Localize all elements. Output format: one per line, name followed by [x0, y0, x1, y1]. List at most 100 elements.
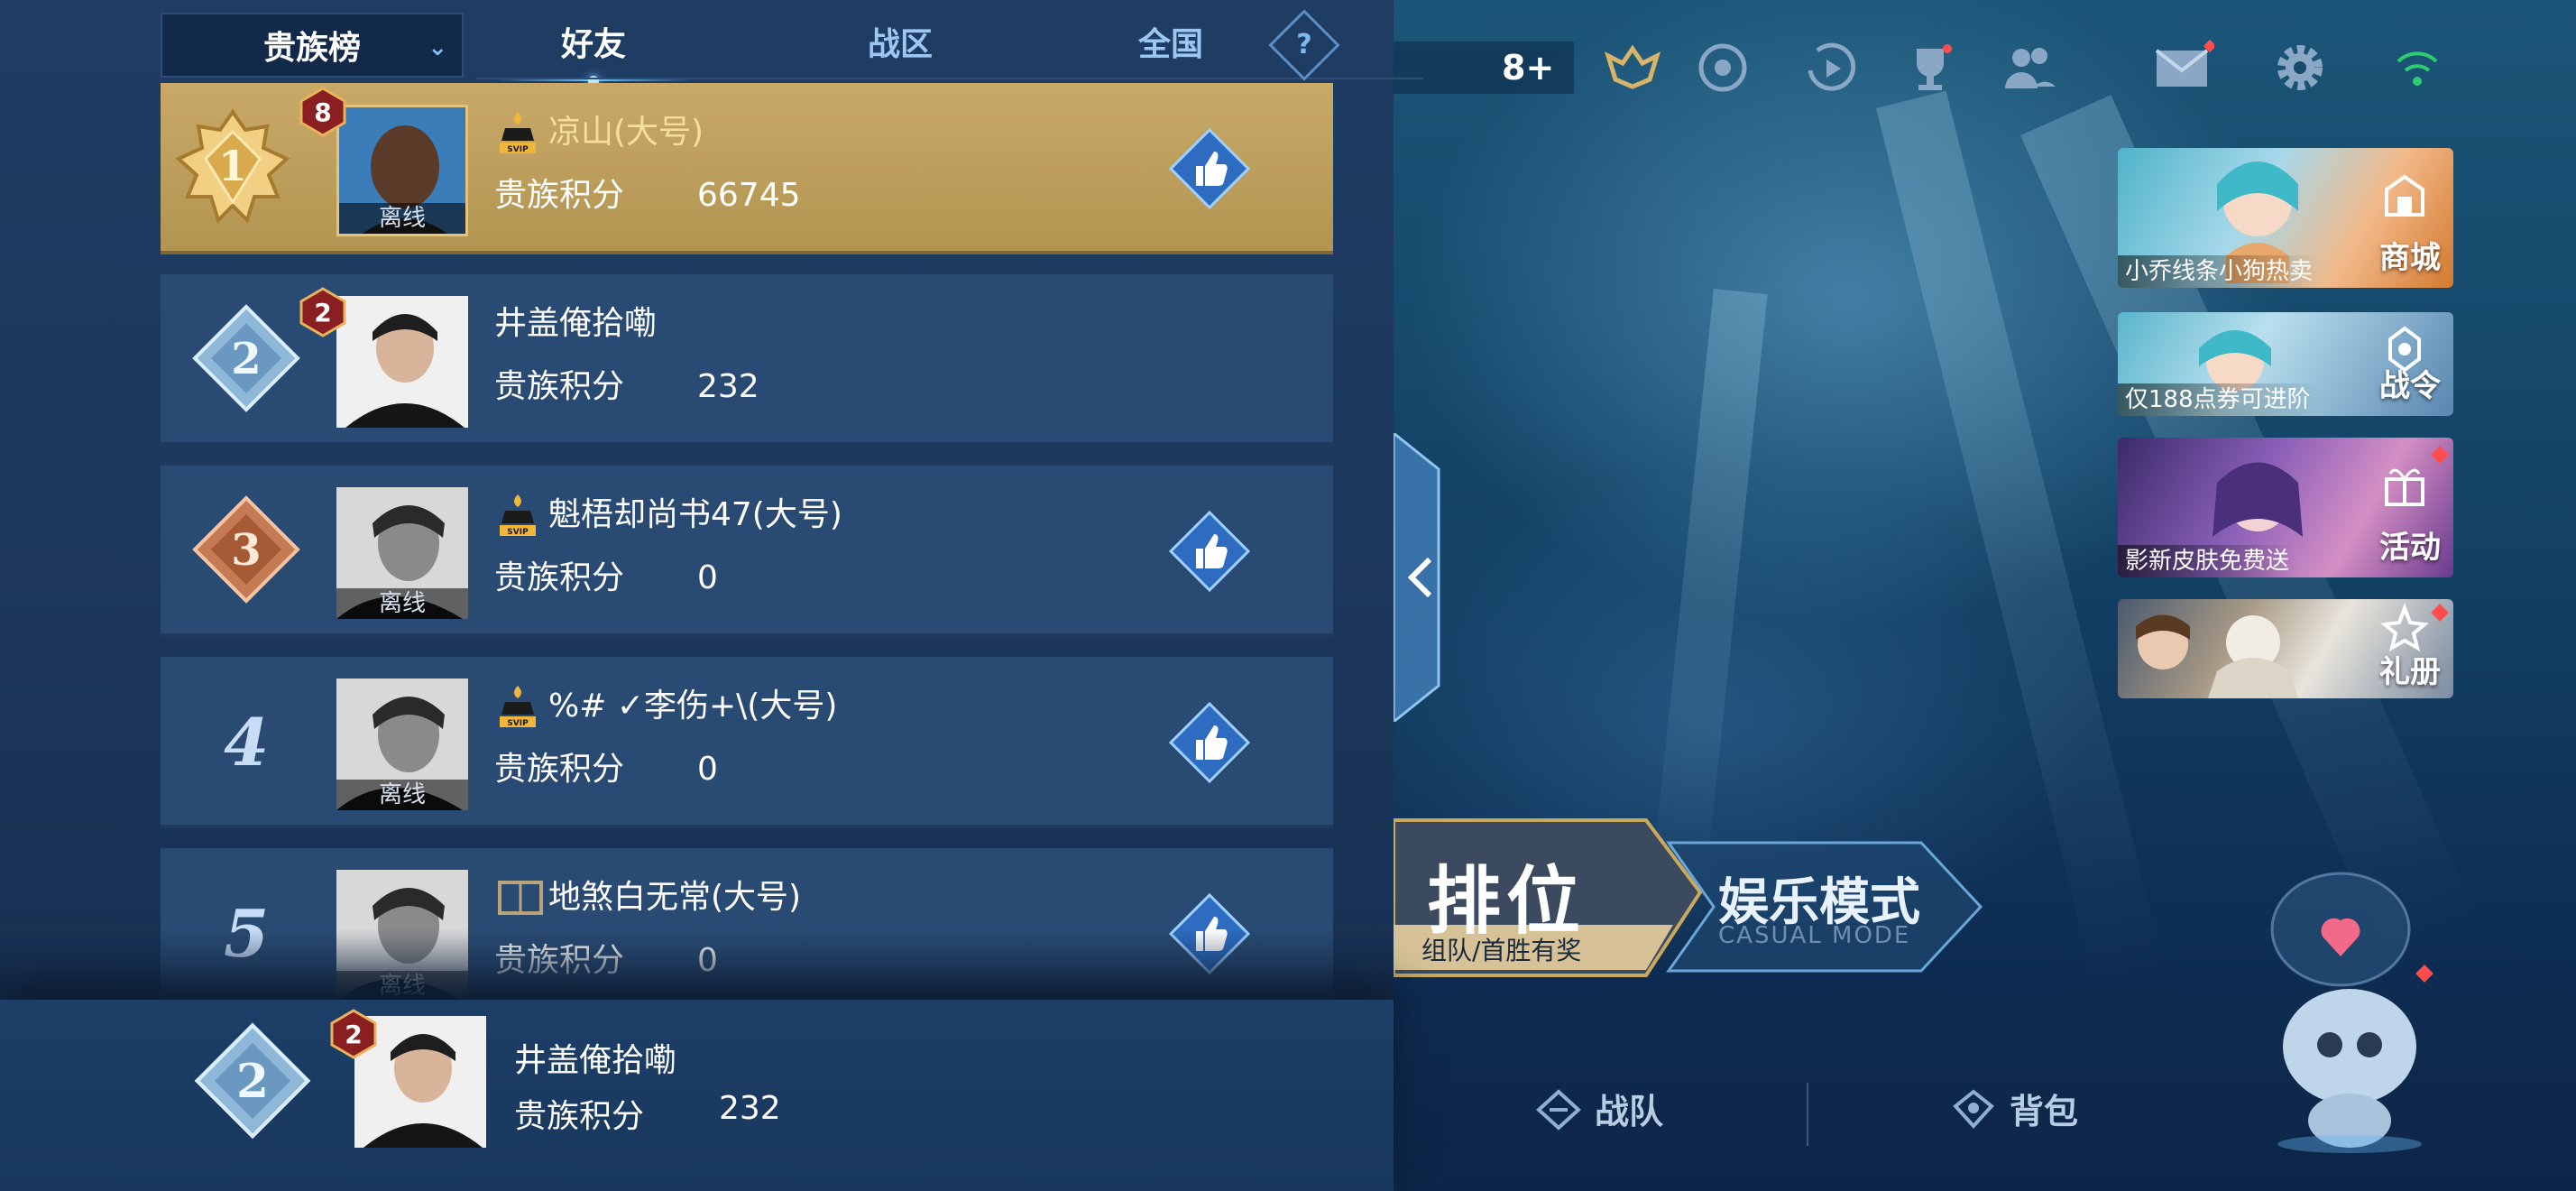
friends-icon[interactable] — [1998, 36, 2061, 99]
rank-3-bronze-badge: 3 — [192, 495, 300, 604]
level-number: 8 — [314, 97, 331, 127]
tab-friends-label: 好友 — [560, 26, 626, 63]
team-flag-icon — [1536, 1089, 1581, 1131]
level-number: 2 — [314, 298, 331, 328]
lobby-top-bar: 8+ — [1394, 36, 2576, 99]
leaderboard-row[interactable]: 1 离线 8 SVIP 凉山(大号) 贵族积分 66745 — [161, 83, 1333, 254]
list-fade-overlay — [0, 929, 1394, 1002]
avatar[interactable]: 离线 — [336, 487, 468, 619]
like-button[interactable] — [1169, 702, 1250, 783]
avatar[interactable]: 离线 — [336, 679, 468, 810]
settings-gear-icon[interactable] — [2268, 36, 2332, 99]
gift-box-icon — [2385, 468, 2424, 506]
player-name: 凉山(大号) — [548, 114, 704, 151]
offline-tag: 离线 — [336, 588, 468, 619]
tab-national-label: 全国 — [1137, 26, 1203, 63]
shop-icon — [2385, 174, 2424, 217]
add-counter-text: 8+ — [1502, 48, 1555, 88]
player-name: 地煞白无常(大号) — [548, 879, 802, 916]
offline-tag: 离线 — [336, 780, 468, 810]
svip-icon: SVIP — [500, 494, 536, 537]
leaderboard-row[interactable]: 3 离线 SVIP 魁梧却尚书47(大号) 贵族积分 0 — [161, 466, 1333, 637]
score-value: 232 — [697, 368, 759, 405]
promo-label: 礼册 — [2379, 654, 2441, 690]
rank-number: 2 — [236, 1054, 269, 1109]
player-portrait — [336, 296, 468, 428]
rank-number: 1 — [218, 142, 247, 190]
like-button[interactable] — [1169, 511, 1250, 592]
mascot-assistant[interactable] — [2259, 866, 2440, 1155]
svg-text:SVIP: SVIP — [507, 528, 529, 537]
promo-shop-card[interactable]: 小乔线条小狗热卖 商城 — [2118, 148, 2453, 288]
leaderboard-row[interactable]: 2 2 井盖俺拾嘞 贵族积分 232 — [161, 274, 1333, 446]
svg-text:SVIP: SVIP — [507, 719, 529, 728]
player-name: 魁梧却尚书47(大号) — [548, 496, 842, 533]
rank-number: 3 — [231, 525, 261, 576]
tab-divider — [476, 78, 1423, 79]
noble-level-badge: 8 — [299, 87, 346, 137]
rank-2-silver-badge: 2 — [192, 304, 300, 412]
noble-level-badge: 2 — [299, 287, 346, 337]
rank-emblem-icon[interactable] — [1601, 36, 1664, 99]
category-dropdown[interactable]: 贵族榜 ⌄ — [161, 13, 464, 78]
help-icon: ? — [1296, 29, 1312, 60]
tab-national[interactable]: 全国 — [1063, 13, 1279, 78]
my-score-value: 232 — [719, 1090, 781, 1127]
score-label: 贵族积分 — [494, 751, 625, 788]
rank-number: 4 — [223, 704, 270, 780]
target-icon[interactable] — [1691, 36, 1754, 99]
promo-event-card[interactable]: 影新皮肤免费送 活动 — [2118, 438, 2453, 577]
promo-label: 商城 — [2379, 240, 2441, 276]
rank-number: 2 — [231, 334, 261, 384]
rank-1-gold-badge: 1 — [175, 108, 290, 224]
trophy-icon[interactable] — [1899, 36, 1962, 99]
noble-level-badge: 2 — [330, 1009, 377, 1059]
promo-caption: 小乔线条小狗热卖 — [2118, 255, 2321, 288]
svip-icon: SVIP — [500, 112, 536, 154]
my-player-name: 井盖俺拾嘞 — [514, 1042, 677, 1079]
collapse-panel-button[interactable] — [1394, 433, 1457, 722]
svip-icon: SVIP — [500, 686, 536, 728]
promo-label: 活动 — [2379, 530, 2441, 566]
bag-icon — [1953, 1089, 1994, 1129]
score-value: 0 — [697, 751, 718, 788]
star-book-icon — [2380, 603, 2429, 652]
nav-team[interactable]: 战队 — [1533, 1081, 1663, 1135]
score-label: 贵族积分 — [494, 177, 625, 214]
avatar[interactable] — [336, 296, 468, 428]
score-label: 贵族积分 — [514, 1098, 645, 1135]
promo-caption: 影新皮肤免费送 — [2118, 545, 2297, 577]
nav-bag[interactable]: 背包 — [1948, 1081, 2078, 1135]
category-label: 贵族榜 — [262, 30, 361, 67]
tab-zone[interactable]: 战区 — [810, 13, 990, 78]
level-number: 2 — [345, 1020, 362, 1049]
score-label: 贵族积分 — [494, 559, 625, 596]
score-value: 0 — [697, 559, 718, 596]
nav-bag-label: 背包 — [2010, 1091, 2079, 1131]
promo-battlepass-card[interactable]: 仅188点券可进阶 战令 — [2118, 312, 2453, 416]
help-button[interactable]: ? — [1268, 9, 1340, 81]
casual-mode-subtitle: CASUAL MODE — [1718, 922, 1911, 949]
leaderboard-panel: 贵族榜 ⌄ 好友 战区 全国 ? 1 离线 8 SVIP 凉山(大号) 贵族积分… — [0, 0, 1423, 1191]
replay-icon[interactable] — [1799, 36, 1863, 99]
notification-dot — [2431, 446, 2449, 464]
promo-giftbook-card[interactable]: 礼册 — [2118, 599, 2453, 698]
my-rank-row[interactable]: 2 2 井盖俺拾嘞 贵族积分 232 — [0, 1000, 1394, 1191]
wifi-signal-icon — [2397, 51, 2438, 86]
ranked-mode-subtitle: 组队/首胜有奖 — [1421, 936, 1582, 965]
mail-icon[interactable] — [2151, 36, 2214, 99]
tab-zone-label: 战区 — [867, 26, 933, 63]
like-button[interactable] — [1169, 128, 1250, 209]
promo-label: 战令 — [2379, 368, 2441, 404]
tab-friends[interactable]: 好友 — [476, 13, 711, 87]
nav-team-label: 战队 — [1595, 1091, 1664, 1131]
offline-tag: 离线 — [339, 203, 465, 234]
player-name: 井盖俺拾嘞 — [494, 305, 658, 342]
book-emblem-icon — [498, 881, 543, 915]
rank-2-silver-badge: 2 — [194, 1022, 311, 1140]
leaderboard-header: 贵族榜 ⌄ 好友 战区 全国 ? — [161, 9, 1423, 87]
chevron-down-icon: ⌄ — [428, 34, 447, 61]
leaderboard-row[interactable]: 4 离线 SVIP %# ✓李伤+\(大号) 贵族积分 0 — [161, 657, 1333, 828]
player-name: %# ✓李伤+\(大号) — [548, 688, 838, 725]
avatar[interactable]: 离线 — [336, 105, 468, 236]
